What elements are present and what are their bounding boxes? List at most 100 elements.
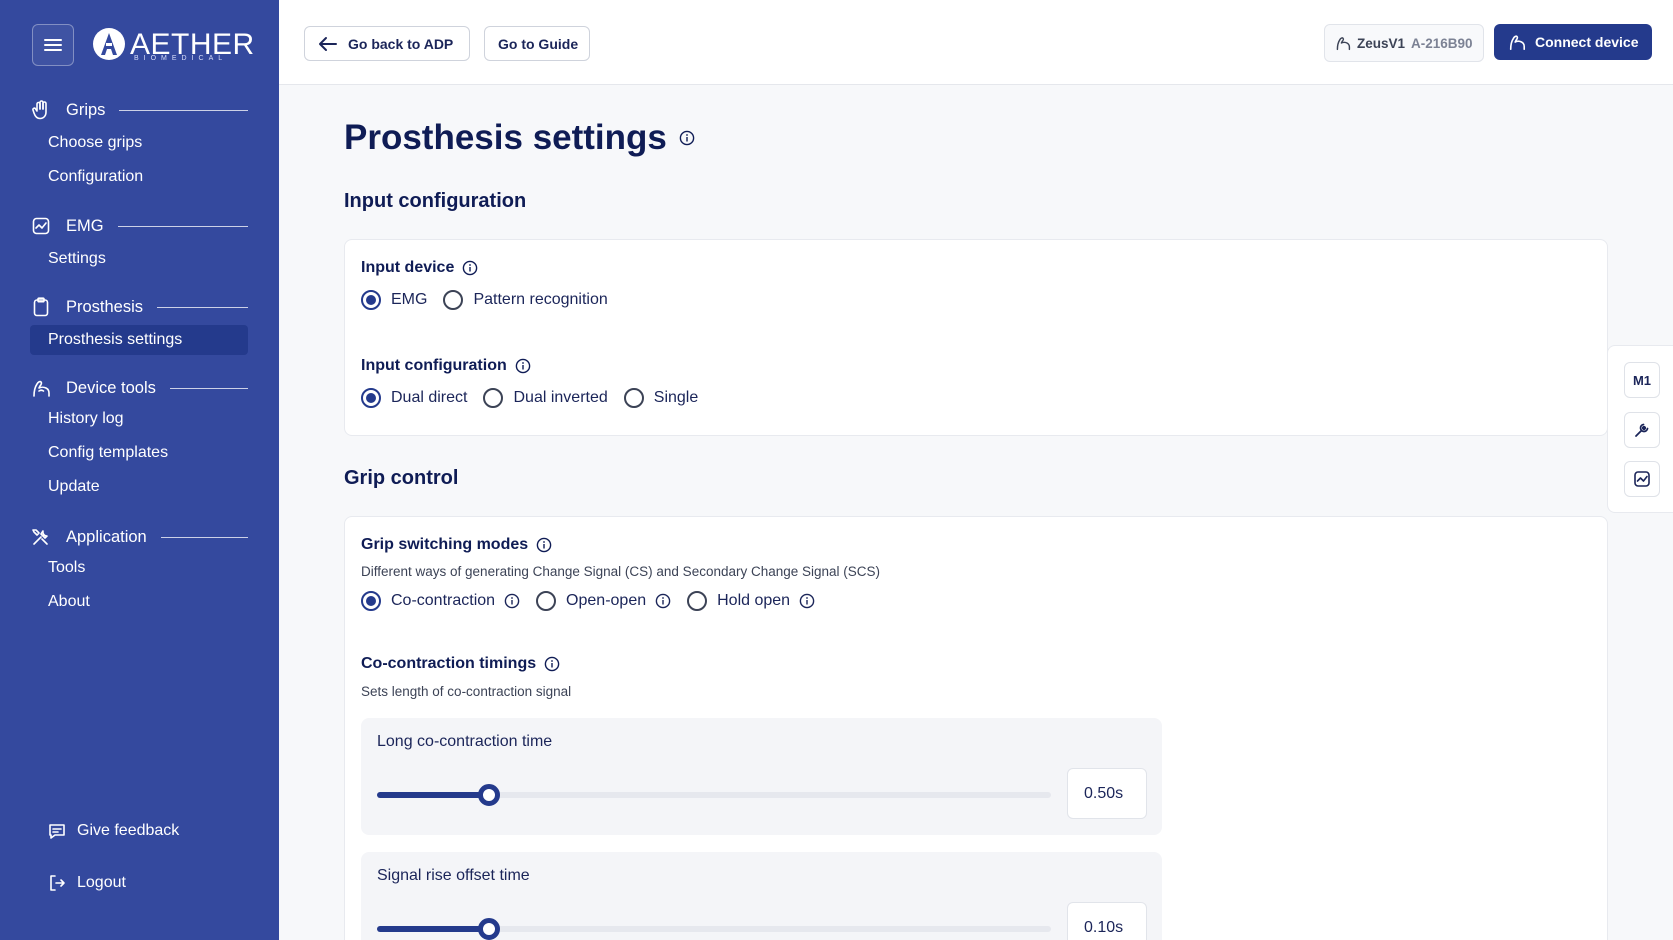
input-device-label-text: Input device: [361, 259, 455, 276]
radio-label: Dual inverted: [513, 389, 608, 406]
info-icon[interactable]: [504, 593, 520, 609]
nav-section-header: Application: [30, 525, 248, 549]
go-to-guide-label: Go to Guide: [498, 35, 579, 52]
section-title-grip-control: Grip control: [344, 467, 459, 489]
connect-device-button[interactable]: Connect device: [1494, 24, 1653, 60]
radio-co-contraction[interactable]: Co-contraction: [361, 591, 520, 611]
clipboard-icon: [30, 296, 52, 318]
radio-label: Open-open: [566, 592, 647, 609]
radio-emg[interactable]: EMG: [361, 290, 427, 310]
radio-dual-direct[interactable]: Dual direct: [361, 388, 467, 408]
give-feedback-link[interactable]: Give feedback: [47, 821, 179, 841]
sidebar-item-prosthesis-settings[interactable]: Prosthesis settings: [30, 325, 248, 355]
brand-subtitle: BIOMEDICAL: [134, 55, 228, 62]
nav-section-header: Prosthesis: [30, 295, 248, 319]
input-configuration-label-text: Input configuration: [361, 357, 507, 374]
sidebar-item-configuration[interactable]: Configuration: [30, 162, 248, 192]
hamburger-menu-button[interactable]: [32, 24, 74, 66]
m1-button[interactable]: M1: [1624, 362, 1660, 398]
radio-single[interactable]: Single: [623, 388, 698, 408]
nav-section-header: Device tools: [30, 376, 248, 400]
radio-open-open[interactable]: Open-open: [536, 591, 671, 611]
sidebar-item-about[interactable]: About: [30, 587, 248, 617]
divider: [160, 536, 248, 538]
radio-label: Co-contraction: [391, 592, 496, 609]
radio-pattern-recognition[interactable]: Pattern recognition: [443, 290, 608, 310]
nav-section-title: Prosthesis: [66, 297, 144, 316]
info-icon[interactable]: [536, 537, 552, 553]
go-back-to-adp-button[interactable]: Go back to ADP: [304, 26, 470, 61]
nav-section-title: Grips: [66, 100, 106, 119]
nav-section-application: Application Tools About: [30, 525, 248, 617]
sidebar: AETHER BIOMEDICAL Grips Choose grips Con…: [0, 0, 279, 940]
slider-long-co-contraction-time: Long co-contraction time 0.50s: [361, 718, 1162, 835]
slider-value-input[interactable]: 0.50s: [1067, 768, 1147, 819]
emg-chart-button[interactable]: [1624, 461, 1660, 497]
divider: [117, 225, 248, 227]
topbar: Go back to ADP Go to Guide ZeusV1 A-216B…: [279, 0, 1673, 85]
go-to-guide-button[interactable]: Go to Guide: [484, 26, 590, 61]
slider-track[interactable]: [377, 918, 1051, 940]
chart-icon: [30, 215, 52, 237]
nav-section-header: Grips: [30, 98, 248, 122]
sidebar-item-config-templates[interactable]: Config templates: [30, 438, 248, 468]
slider-value-input[interactable]: 0.10s: [1067, 902, 1147, 940]
info-icon[interactable]: [515, 358, 531, 374]
co-contraction-timings-label: Co-contraction timings: [361, 655, 560, 673]
divider: [119, 109, 248, 111]
input-device-radio-group: EMG Pattern recognition: [361, 290, 624, 310]
info-icon[interactable]: [655, 593, 671, 609]
radio-dot: [361, 290, 381, 310]
radio-dot: [443, 290, 464, 310]
arm-icon: [30, 377, 52, 399]
device-name: ZeusV1: [1357, 35, 1406, 51]
slider-fill: [377, 926, 489, 932]
nav-section-prosthesis: Prosthesis Prosthesis settings: [30, 295, 248, 355]
slider-thumb[interactable]: [477, 918, 500, 940]
sidebar-item-tools[interactable]: Tools: [30, 553, 248, 583]
slider-label: Long co-contraction time: [377, 733, 553, 750]
wrench-button[interactable]: [1624, 412, 1660, 448]
info-icon[interactable]: [462, 260, 478, 276]
slider-thumb[interactable]: [477, 784, 500, 806]
nav-section-title: EMG: [66, 216, 104, 235]
arrow-left-icon: [319, 36, 337, 51]
sidebar-item-update[interactable]: Update: [30, 472, 248, 502]
arm-icon: [1336, 37, 1351, 51]
info-icon[interactable]: [544, 656, 560, 672]
radio-dot: [361, 591, 381, 611]
nav-section-device-tools: Device tools History log Config template…: [30, 376, 248, 502]
divider: [169, 387, 248, 389]
input-configuration-card: Input device EMG Pattern recognition Inp…: [344, 239, 1608, 436]
connect-device-label: Connect device: [1535, 34, 1639, 50]
slider-signal-rise-offset-time: Signal rise offset time 0.10s: [361, 852, 1162, 940]
co-contraction-timings-label-text: Co-contraction timings: [361, 655, 537, 672]
give-feedback-label: Give feedback: [77, 822, 180, 839]
brand-logo: AETHER BIOMEDICAL: [90, 25, 254, 65]
go-back-label: Go back to ADP: [348, 35, 454, 52]
hand-icon: [30, 99, 52, 121]
sidebar-item-settings[interactable]: Settings: [30, 244, 248, 274]
chart-icon: [1634, 471, 1650, 487]
radio-dot: [361, 388, 381, 408]
radio-hold-open[interactable]: Hold open: [687, 591, 815, 611]
radio-dot: [483, 388, 504, 408]
hamburger-icon: [44, 39, 62, 51]
grip-switching-radio-group: Co-contraction Open-open Hold open: [361, 591, 831, 611]
page-title: Prosthesis settings: [344, 118, 695, 158]
info-icon[interactable]: [679, 130, 695, 146]
slider-track[interactable]: [377, 784, 1051, 806]
nav-section-emg: EMG Settings: [30, 214, 248, 274]
nav-section-grips: Grips Choose grips Configuration: [30, 98, 248, 192]
radio-dual-inverted[interactable]: Dual inverted: [483, 388, 608, 408]
info-icon[interactable]: [799, 593, 815, 609]
device-chip[interactable]: ZeusV1 A-216B90: [1324, 24, 1484, 62]
grip-switching-modes-label: Grip switching modes: [361, 536, 552, 554]
sidebar-item-choose-grips[interactable]: Choose grips: [30, 128, 248, 158]
input-configuration-radio-group: Dual direct Dual inverted Single: [361, 388, 714, 408]
radio-dot: [536, 591, 557, 611]
radio-dot: [623, 388, 644, 408]
wrench-icon: [1635, 423, 1649, 437]
sidebar-item-history-log[interactable]: History log: [30, 404, 248, 434]
logout-link[interactable]: Logout: [47, 873, 126, 893]
